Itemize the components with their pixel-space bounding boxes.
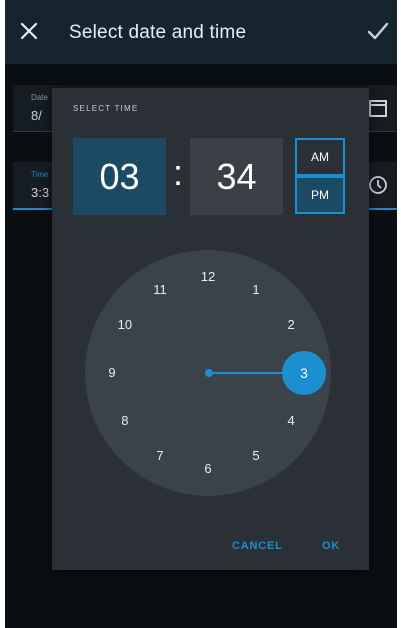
clock-icon[interactable] [367,174,389,196]
clock-number-7[interactable]: 7 [148,446,172,466]
hour-display[interactable]: 03 [73,138,166,215]
app-bar: Select date and time [5,0,397,64]
clock-number-2[interactable]: 2 [279,315,303,335]
pm-button[interactable]: PM [295,176,345,214]
time-field-value: 3:3 [31,185,50,200]
clock-center-dot [205,369,213,377]
check-icon[interactable] [365,18,391,44]
close-icon[interactable] [15,17,43,45]
clock-number-11[interactable]: 11 [148,280,172,300]
clock-face[interactable]: 12 1 2 3 4 5 6 7 8 9 10 11 [85,250,331,496]
minute-display[interactable]: 34 [190,138,283,215]
clock-number-6[interactable]: 6 [196,459,220,479]
date-field-value: 8/ [31,108,42,123]
time-picker-dialog: SELECT TIME 03 : 34 AM PM 12 1 2 3 4 5 6 7 8 9 10 1… [52,88,369,570]
dialog-title: SELECT TIME [73,104,139,113]
time-field-label: Time [31,170,49,179]
page-title: Select date and time [69,22,247,43]
clock-number-5[interactable]: 5 [244,446,268,466]
clock-number-4[interactable]: 4 [279,411,303,431]
calendar-icon[interactable] [367,97,389,119]
ok-button[interactable]: OK [322,540,340,552]
screen: Select date and time Date 8/ Time 3:3 SE… [5,0,397,628]
clock-number-1[interactable]: 1 [244,280,268,300]
clock-number-8[interactable]: 8 [113,411,137,431]
am-pm-toggle: AM PM [295,138,345,215]
date-field-label: Date [31,93,48,102]
clock-number-10[interactable]: 10 [113,315,137,335]
clock-number-9[interactable]: 9 [100,363,124,383]
clock-number-3-selected[interactable]: 3 [282,351,326,395]
am-button[interactable]: AM [295,138,345,176]
time-separator: : [173,152,184,193]
cancel-button[interactable]: CANCEL [232,540,283,552]
clock-number-12[interactable]: 12 [196,267,220,287]
